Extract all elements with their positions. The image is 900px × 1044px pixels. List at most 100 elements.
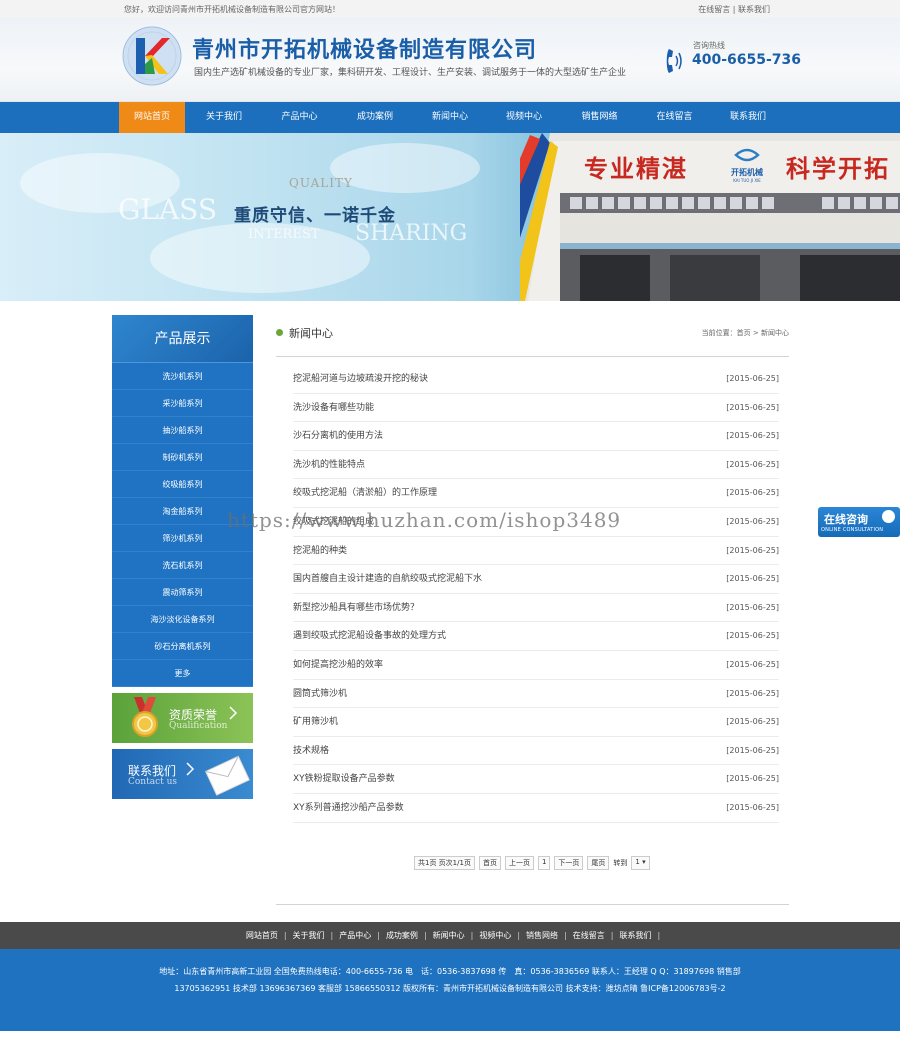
- section-dot-icon: [276, 329, 283, 336]
- pager-summary: 共1页 页次1/1页: [414, 856, 475, 870]
- news-list: 挖泥船河道与边坡疏浚开挖的秘诀 [2015-06-25] 洗沙设备有哪些功能 [20…: [293, 365, 779, 823]
- top-link-contact[interactable]: 联系我们: [738, 5, 770, 14]
- footer-nav: 网站首页 | 关于我们 | 产品中心 | 成功案例 | 新闻中心 | 视频中心 | 销售网络…: [0, 922, 900, 949]
- footer-nav-products[interactable]: 产品中心: [333, 922, 377, 949]
- nav-item-video[interactable]: 视频中心: [486, 102, 562, 133]
- news-item[interactable]: 遇到绞吸式挖泥船设备事故的处理方式 [2015-06-25]: [293, 622, 779, 651]
- main-nav: 网站首页 关于我们 产品中心 成功案例 新闻中心 视频中心 销售网络 在线留言 …: [0, 102, 900, 133]
- sidebar-item-more[interactable]: 更多: [112, 660, 253, 687]
- phone-icon: [666, 49, 682, 73]
- footer-nav-contact[interactable]: 联系我们: [613, 922, 657, 949]
- news-title[interactable]: XY铁粉提取设备产品参数: [293, 774, 395, 784]
- footer-nav-about[interactable]: 关于我们: [287, 922, 331, 949]
- sidebar-item[interactable]: 制砂机系列: [112, 444, 253, 471]
- news-title[interactable]: 挖泥船的种类: [293, 546, 347, 556]
- footer-nav-news[interactable]: 新闻中心: [427, 922, 471, 949]
- online-consult-title: 在线咨询: [824, 513, 868, 526]
- qualification-card[interactable]: 资质荣誉 Qualification: [112, 693, 253, 743]
- chevron-right-icon: [229, 706, 238, 720]
- news-title[interactable]: 洗沙设备有哪些功能: [293, 403, 374, 413]
- footer-nav-video[interactable]: 视频中心: [473, 922, 517, 949]
- sidebar-item[interactable]: 海沙淡化设备系列: [112, 606, 253, 633]
- top-link-message[interactable]: 在线留言: [698, 5, 730, 14]
- sign-logo: 开拓机械 KAI TUO JI XIE: [725, 147, 769, 183]
- online-consult-button[interactable]: 在线咨询 ONLINE CONSULTATION: [818, 507, 900, 537]
- sidebar-item[interactable]: 震动筛系列: [112, 579, 253, 606]
- news-title[interactable]: 矿用筛沙机: [293, 717, 338, 727]
- news-title[interactable]: 遇到绞吸式挖泥船设备事故的处理方式: [293, 631, 446, 641]
- pager-prev-button[interactable]: 上一页: [504, 856, 534, 870]
- nav-item-news[interactable]: 新闻中心: [414, 102, 486, 133]
- news-item[interactable]: 矿用筛沙机 [2015-06-25]: [293, 708, 779, 737]
- nav-item-cases[interactable]: 成功案例: [336, 102, 414, 133]
- pager-last-button[interactable]: 尾页: [587, 856, 610, 870]
- nav-item-products[interactable]: 产品中心: [263, 102, 336, 133]
- pager-current-page[interactable]: 1: [537, 856, 551, 870]
- news-main: 新闻中心 当前位置：首页 > 新闻中心 挖泥船河道与边坡疏浚开挖的秘诀 [2015…: [276, 318, 789, 905]
- news-item[interactable]: 技术规格 [2015-06-25]: [293, 737, 779, 766]
- nav-item-contact[interactable]: 联系我们: [712, 102, 784, 133]
- news-title[interactable]: 洗沙机的性能特点: [293, 460, 365, 470]
- news-title[interactable]: 沙石分离机的使用方法: [293, 431, 383, 441]
- news-item[interactable]: 洗沙机的性能特点 [2015-06-25]: [293, 451, 779, 480]
- nav-item-home[interactable]: 网站首页: [119, 102, 185, 133]
- news-date: [2015-06-25]: [726, 659, 779, 669]
- company-slogan: 国内生产选矿机械设备的专业厂家，集科研开发、工程设计、生产安装、调试服务于一体的…: [194, 68, 627, 78]
- footer-nav-message[interactable]: 在线留言: [567, 922, 611, 949]
- nav-item-sales[interactable]: 销售网络: [562, 102, 637, 133]
- news-title[interactable]: 绞吸式挖泥船（清淤船）的工作原理: [293, 488, 437, 498]
- breadcrumb[interactable]: 当前位置：首页 > 新闻中心: [702, 328, 789, 338]
- news-title[interactable]: 技术规格: [293, 746, 329, 756]
- footer-nav-home[interactable]: 网站首页: [240, 922, 284, 949]
- sidebar-item[interactable]: 采沙船系列: [112, 390, 253, 417]
- news-title[interactable]: 国内首艘自主设计建造的自航绞吸式挖泥船下水: [293, 574, 482, 584]
- news-item[interactable]: XY系列普通挖沙船产品参数 [2015-06-25]: [293, 794, 779, 823]
- news-date: [2015-06-25]: [726, 574, 779, 584]
- footer-nav-cases[interactable]: 成功案例: [380, 922, 424, 949]
- news-item[interactable]: XY铁粉提取设备产品参数 [2015-06-25]: [293, 765, 779, 794]
- news-date: [2015-06-25]: [726, 631, 779, 641]
- sidebar-item[interactable]: 砂石分离机系列: [112, 633, 253, 660]
- news-title[interactable]: 圆筒式筛沙机: [293, 689, 347, 699]
- nav-item-about[interactable]: 关于我们: [185, 102, 263, 133]
- footer-nav-sales[interactable]: 销售网络: [520, 922, 564, 949]
- sidebar-item[interactable]: 抽沙船系列: [112, 417, 253, 444]
- top-link-separator: |: [732, 5, 736, 14]
- sign-logo-sub: KAI TUO JI XIE: [733, 178, 761, 183]
- nav-item-message[interactable]: 在线留言: [637, 102, 712, 133]
- news-date: [2015-06-25]: [726, 688, 779, 698]
- company-logo-icon[interactable]: [122, 26, 182, 86]
- site-header: 青州市开拓机械设备制造有限公司 国内生产选矿机械设备的专业厂家，集科研开发、工程…: [0, 18, 900, 102]
- company-name: 青州市开拓机械设备制造有限公司: [192, 38, 538, 63]
- pager-goto-select[interactable]: 1 ▾: [631, 856, 650, 870]
- news-title[interactable]: 新型挖沙船具有哪些市场优势？: [293, 603, 419, 613]
- news-title[interactable]: 如何提高挖沙船的效率: [293, 660, 383, 670]
- news-item[interactable]: 圆筒式筛沙机 [2015-06-25]: [293, 680, 779, 709]
- pager-first-button[interactable]: 首页: [478, 856, 501, 870]
- news-title[interactable]: XY系列普通挖沙船产品参数: [293, 803, 404, 813]
- news-item[interactable]: 挖泥船的种类 [2015-06-25]: [293, 537, 779, 566]
- news-item[interactable]: 如何提高挖沙船的效率 [2015-06-25]: [293, 651, 779, 680]
- sign-text-right: 科学开拓: [786, 155, 890, 183]
- news-item[interactable]: 绞吸式挖泥船（清淤船）的工作原理 [2015-06-25]: [293, 479, 779, 508]
- pager-next-button[interactable]: 下一页: [554, 856, 584, 870]
- news-item[interactable]: 沙石分离机的使用方法 [2015-06-25]: [293, 422, 779, 451]
- news-item[interactable]: 国内首艘自主设计建造的自航绞吸式挖泥船下水 [2015-06-25]: [293, 565, 779, 594]
- news-item[interactable]: 挖泥船河道与边坡疏浚开挖的秘诀 [2015-06-25]: [293, 365, 779, 394]
- news-title[interactable]: 挖泥船河道与边坡疏浚开挖的秘诀: [293, 374, 428, 384]
- top-links: 在线留言 | 联系我们: [698, 4, 770, 15]
- site-footer: 地址：山东省青州市高新工业园 全国免费热线电话：400-6655-736 电 话…: [0, 949, 900, 1031]
- sign-text-left: 专业精湛: [584, 155, 688, 183]
- sidebar-title: 产品展示: [112, 315, 253, 363]
- sign-logo-text: 开拓机械: [731, 168, 763, 177]
- sidebar-item[interactable]: 洗石机系列: [112, 552, 253, 579]
- news-item[interactable]: 洗沙设备有哪些功能 [2015-06-25]: [293, 394, 779, 423]
- sidebar-item[interactable]: 绞吸船系列: [112, 471, 253, 498]
- sidebar-item[interactable]: 洗沙机系列: [112, 363, 253, 390]
- contact-card[interactable]: 联系我们 Contact us: [112, 749, 253, 799]
- news-date: [2015-06-25]: [726, 402, 779, 412]
- section-title: 新闻中心: [289, 327, 333, 340]
- banner-word-interest: INTEREST: [248, 227, 320, 242]
- chevron-right-icon: [186, 762, 195, 776]
- news-item[interactable]: 新型挖沙船具有哪些市场优势？ [2015-06-25]: [293, 594, 779, 623]
